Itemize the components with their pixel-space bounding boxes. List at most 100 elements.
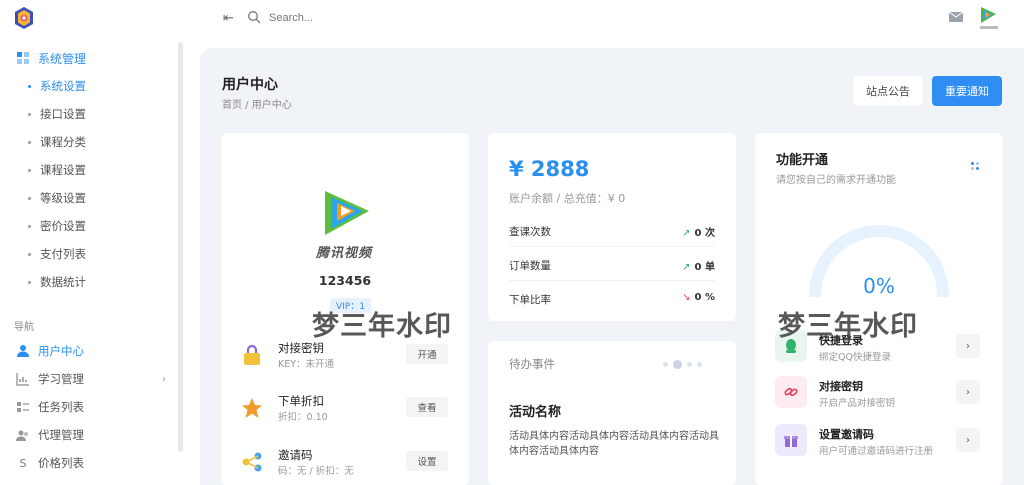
search-input[interactable] [269, 9, 429, 27]
nav-head-system[interactable]: 系统管理 [0, 44, 178, 72]
sidebar-item-label: 密价设置 [40, 219, 86, 233]
sidebar-item-agent-management[interactable]: 代理管理 [0, 421, 178, 449]
sidebar-item-payment-list[interactable]: 支付列表 [0, 240, 178, 268]
func-row-invite-code: 设置邀请码 用户可通过邀请码进行注册 › [775, 424, 983, 468]
trend-up-icon: ↗ [682, 228, 691, 239]
page-title: 用户中心 [222, 77, 278, 93]
sidebar-item-label: 接口设置 [40, 107, 86, 121]
topbar: ⇤ [185, 0, 1024, 40]
app-logo-icon[interactable] [12, 6, 36, 30]
mail-icon[interactable] [949, 12, 963, 22]
bullet-icon [28, 112, 31, 116]
agents-icon [16, 430, 28, 441]
activity-body: 活动具体内容活动具体内容活动具体内容活动具体内容活动具体内容 [509, 431, 719, 457]
feature-sub: 码：无 / 折扣：无 [278, 466, 354, 477]
carousel-dot[interactable] [697, 362, 702, 367]
sidebar-item-level-settings[interactable]: 等级设置 [0, 184, 178, 212]
link-icon [775, 376, 807, 408]
function-sub: 请您按自己的需求开通功能 [776, 175, 896, 186]
carousel-dot[interactable] [687, 362, 692, 367]
grid-icon [17, 52, 29, 64]
view-button[interactable]: 查看 [406, 397, 448, 417]
dollar-icon: S [19, 456, 27, 470]
func-row-title: 对接密钥 [819, 380, 863, 393]
sidebar-item-price-list[interactable]: S 价格列表 [0, 449, 178, 477]
feature-sub: 折扣：0.10 [278, 412, 328, 423]
sidebar-item-data-stats[interactable]: 数据统计 [0, 268, 178, 296]
site-notice-button[interactable]: 站点公告 [853, 76, 923, 106]
set-button[interactable]: 设置 [406, 451, 448, 471]
balance-sub: 账户余额 / 总充值：¥ 0 [509, 192, 626, 205]
stat-value: ↘ 0 % [682, 292, 715, 303]
collapse-arrow-icon[interactable]: ⇤ [223, 11, 234, 26]
bullet-icon [28, 140, 31, 144]
bullet-icon [28, 280, 31, 284]
func-row-title: 设置邀请码 [819, 428, 874, 441]
carousel-dot-active[interactable] [673, 360, 682, 369]
bullet-icon [28, 168, 31, 172]
func-row-sub: 用户可通过邀请码进行注册 [819, 446, 934, 457]
breadcrumb: 首页 / 用户中心 [222, 100, 292, 111]
feature-row-api-key: 对接密钥 KEY：未开通 开通 [241, 338, 449, 378]
system-management-group: 系统管理 系统设置 接口设置 课程分类 课程设置 等级设置 密价设置 支付列表 … [0, 44, 178, 296]
chevron-right-icon[interactable]: › [956, 334, 980, 358]
feature-sub: KEY：未开通 [278, 359, 335, 370]
sidebar-item-label: 数据统计 [40, 275, 86, 289]
trend-up-icon: ↗ [682, 262, 691, 273]
sidebar-item-api-settings[interactable]: 接口设置 [0, 100, 178, 128]
chevron-right-icon[interactable]: › [956, 380, 980, 404]
sidebar-item-label: 代理管理 [38, 428, 84, 442]
func-row-api-key: 对接密钥 开启产品对接密钥 › [775, 376, 983, 420]
bullet-icon [28, 196, 31, 200]
important-notice-button[interactable]: 重要通知 [932, 76, 1002, 106]
main-nav-group: 用户中心 学习管理 › 任务列表 代理管理 S 价格列表 [0, 337, 178, 477]
username: 123456 [318, 273, 372, 288]
sidebar-item-label: 课程设置 [40, 163, 86, 177]
sidebar-item-price-settings[interactable]: 密价设置 [0, 212, 178, 240]
tencent-video-logo-icon [325, 191, 369, 235]
star-icon [242, 398, 262, 418]
bullet-icon [28, 252, 31, 256]
sidebar-item-course-settings[interactable]: 课程设置 [0, 156, 178, 184]
avatar[interactable] [978, 4, 1000, 32]
main-content: 用户中心 首页 / 用户中心 站点公告 重要通知 腾讯视频 123456 VIP… [200, 48, 1024, 485]
carousel-dot[interactable] [663, 362, 668, 367]
search-icon[interactable] [247, 10, 261, 24]
stat-row-rate: 下单比率 ↘ 0 % [509, 283, 715, 315]
bullet-icon [28, 84, 31, 88]
progress-percent: 0% [863, 274, 895, 298]
chevron-right-icon[interactable]: › [162, 374, 166, 385]
sidebar-item-label: 系统设置 [40, 79, 86, 93]
feature-title: 下单折扣 [278, 394, 324, 408]
stat-value-text: 0 单 [694, 262, 715, 273]
logo-text: 腾讯视频 [316, 246, 373, 261]
stat-row-orders: 订单数量 ↗ 0 单 [509, 249, 715, 281]
share-icon [242, 452, 262, 472]
sidebar-item-user-center[interactable]: 用户中心 [0, 337, 178, 365]
sidebar-item-task-list[interactable]: 任务列表 [0, 393, 178, 421]
sidebar-scrollbar[interactable] [178, 42, 183, 452]
nav-section-label: 导航 [14, 322, 34, 333]
activity-name: 活动名称 [509, 405, 562, 420]
func-row-sub: 开启产品对接密钥 [819, 398, 896, 409]
feature-row-discount: 下单折扣 折扣：0.10 查看 [241, 391, 449, 431]
user-icon [17, 345, 29, 357]
sidebar: 系统管理 系统设置 接口设置 课程分类 课程设置 等级设置 密价设置 支付列表 … [0, 0, 185, 485]
enable-button[interactable]: 开通 [406, 344, 448, 364]
balance-amount: ¥ 2888 [509, 157, 590, 181]
balance-card: ¥ 2888 账户余额 / 总充值：¥ 0 查课次数 ↗ 0 次 订单数量 ↗ 0 … [488, 133, 736, 321]
carousel-dots[interactable] [663, 360, 702, 369]
feature-title: 邀请码 [278, 448, 313, 462]
function-title: 功能开通 [776, 153, 829, 168]
gift-icon [775, 424, 807, 456]
func-row-sub: 绑定QQ快捷登录 [819, 352, 891, 363]
sidebar-item-course-category[interactable]: 课程分类 [0, 128, 178, 156]
lock-icon [244, 344, 260, 365]
sidebar-item-study-management[interactable]: 学习管理 › [0, 365, 178, 393]
stat-label: 下单比率 [509, 294, 551, 306]
stat-value: ↗ 0 单 [682, 258, 715, 273]
sidebar-item-system-settings[interactable]: 系统设置 [0, 72, 178, 100]
watermark-text: 梦三年水印 [312, 311, 452, 342]
chevron-right-icon[interactable]: › [956, 428, 980, 452]
dots-grid-icon[interactable] [970, 161, 980, 171]
